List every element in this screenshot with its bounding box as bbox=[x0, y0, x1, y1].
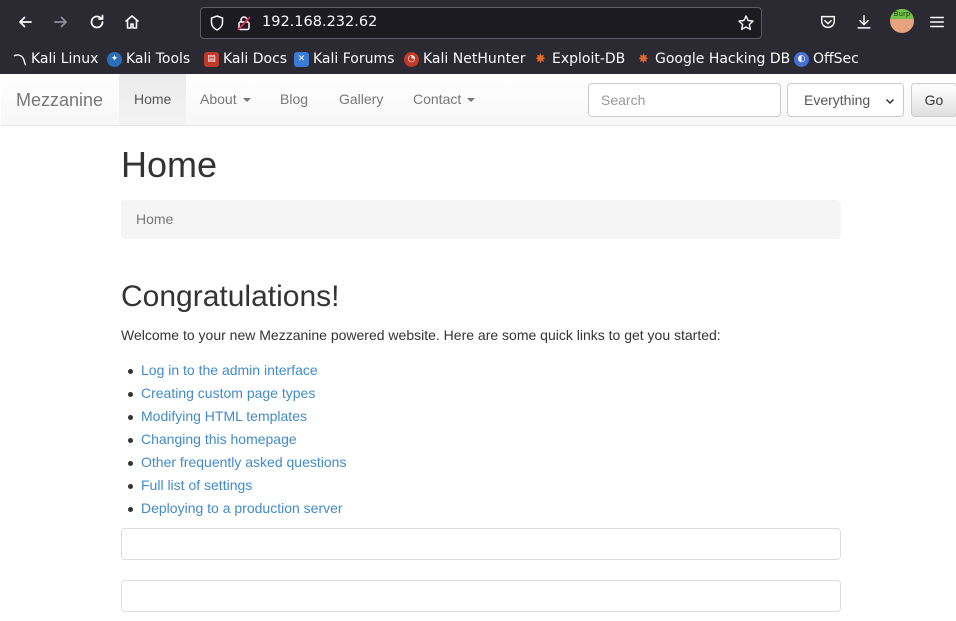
exploit-db-icon: ✸ bbox=[535, 51, 546, 67]
bullet-icon bbox=[128, 507, 133, 512]
back-arrow-icon bbox=[19, 16, 32, 28]
offsec-icon: ◐ bbox=[794, 51, 809, 67]
intro-text: Welcome to your new Mezzanine powered we… bbox=[121, 327, 721, 343]
pocket-button[interactable] bbox=[818, 12, 838, 32]
congrats-heading: Congratulations! bbox=[121, 280, 340, 313]
bookmark-kali-nethunter[interactable]: ◔ Kali NetHunter bbox=[404, 49, 525, 69]
browser-toolbar: 192.168.232.62 Burp bbox=[0, 0, 956, 44]
link-settings[interactable]: Full list of settings bbox=[141, 477, 252, 493]
caret-down-icon bbox=[467, 98, 476, 103]
empty-panel bbox=[121, 528, 841, 560]
search-input[interactable] bbox=[588, 83, 781, 117]
insecure-lock-icon[interactable] bbox=[235, 14, 253, 32]
reload-icon bbox=[90, 14, 104, 29]
chevron-down-icon bbox=[885, 98, 895, 105]
nav-home[interactable]: Home bbox=[119, 74, 187, 125]
home-icon bbox=[124, 15, 140, 29]
url-text[interactable]: 192.168.232.62 bbox=[262, 14, 377, 30]
caret-down-icon bbox=[242, 98, 251, 103]
back-button[interactable] bbox=[12, 9, 38, 35]
bullet-icon bbox=[128, 392, 133, 397]
list-item: Log in to the admin interface bbox=[121, 359, 346, 382]
download-icon bbox=[857, 14, 871, 29]
list-item: Modifying HTML templates bbox=[121, 405, 346, 428]
site-navbar: Mezzanine Home About Blog Gallery Contac… bbox=[1, 74, 956, 126]
url-bar[interactable]: 192.168.232.62 bbox=[200, 7, 762, 39]
list-item: Changing this homepage bbox=[121, 428, 346, 451]
search-scope-select[interactable]: Everything bbox=[787, 83, 904, 117]
bullet-icon bbox=[128, 369, 133, 374]
link-faq[interactable]: Other frequently asked questions bbox=[141, 454, 346, 470]
bullet-icon bbox=[128, 484, 133, 489]
empty-panel bbox=[121, 580, 841, 612]
nav-blog[interactable]: Blog bbox=[265, 74, 323, 125]
breadcrumb-item: Home bbox=[136, 211, 174, 227]
link-html-templates[interactable]: Modifying HTML templates bbox=[141, 408, 307, 424]
kali-dragon-icon bbox=[12, 52, 27, 67]
nethunter-icon: ◔ bbox=[404, 51, 419, 67]
bullet-icon bbox=[128, 438, 133, 443]
ghdb-icon: ✸ bbox=[638, 51, 649, 67]
bookmark-kali-docs[interactable]: ▤ Kali Docs bbox=[204, 49, 287, 69]
bookmark-exploit-db[interactable]: ✸ Exploit-DB bbox=[533, 49, 625, 69]
app-menu-button[interactable] bbox=[927, 12, 947, 32]
reload-button[interactable] bbox=[84, 9, 110, 35]
list-item: Creating custom page types bbox=[121, 382, 346, 405]
kali-docs-icon: ▤ bbox=[204, 51, 219, 67]
bullet-icon bbox=[128, 415, 133, 420]
burp-extension-button[interactable]: Burp bbox=[890, 9, 914, 33]
kali-tools-icon: ✦ bbox=[107, 51, 122, 67]
kali-forums-icon: ✕ bbox=[294, 51, 309, 67]
site-brand[interactable]: Mezzanine bbox=[16, 90, 103, 111]
breadcrumb: Home bbox=[121, 200, 841, 239]
list-item: Deploying to a production server bbox=[121, 497, 346, 520]
link-changing-homepage[interactable]: Changing this homepage bbox=[141, 431, 297, 447]
bookmark-offsec[interactable]: ◐ OffSec bbox=[794, 49, 859, 69]
burp-label: Burp bbox=[890, 9, 914, 19]
web-page: Mezzanine Home About Blog Gallery Contac… bbox=[1, 74, 956, 621]
pocket-icon bbox=[820, 15, 836, 29]
quick-links-list: Log in to the admin interface Creating c… bbox=[121, 359, 346, 520]
nav-about[interactable]: About bbox=[185, 74, 266, 125]
nav-contact[interactable]: Contact bbox=[398, 74, 490, 125]
bookmark-kali-tools[interactable]: ✦ Kali Tools bbox=[107, 49, 190, 69]
home-button[interactable] bbox=[119, 9, 145, 35]
bookmark-google-hacking-db[interactable]: ✸ Google Hacking DB bbox=[636, 49, 790, 69]
bookmark-star-icon[interactable] bbox=[737, 14, 755, 32]
forward-button[interactable] bbox=[48, 9, 74, 35]
nav-gallery[interactable]: Gallery bbox=[324, 74, 398, 125]
bookmark-kali-forums[interactable]: ✕ Kali Forums bbox=[294, 49, 394, 69]
list-item: Other frequently asked questions bbox=[121, 451, 346, 474]
downloads-button[interactable] bbox=[854, 12, 874, 32]
forward-arrow-icon bbox=[54, 16, 67, 28]
link-deploying[interactable]: Deploying to a production server bbox=[141, 500, 343, 516]
shield-icon[interactable] bbox=[208, 14, 226, 32]
link-custom-page-types[interactable]: Creating custom page types bbox=[141, 385, 315, 401]
bookmarks-toolbar: Kali Linux ✦ Kali Tools ▤ Kali Docs ✕ Ka… bbox=[0, 44, 956, 74]
link-admin-login[interactable]: Log in to the admin interface bbox=[141, 362, 318, 378]
bookmark-kali-linux[interactable]: Kali Linux bbox=[12, 49, 98, 69]
list-item: Full list of settings bbox=[121, 474, 346, 497]
hamburger-menu-icon bbox=[929, 16, 945, 28]
bullet-icon bbox=[128, 461, 133, 466]
page-title: Home bbox=[121, 144, 218, 185]
go-button[interactable]: Go bbox=[911, 83, 956, 117]
